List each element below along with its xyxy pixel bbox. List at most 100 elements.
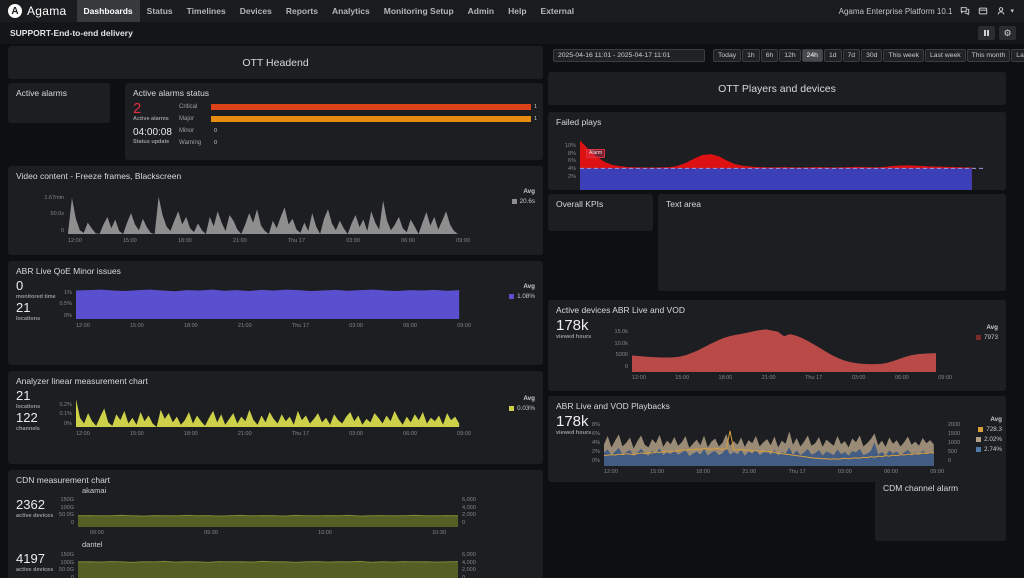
panel-playbacks[interactable]: ABR Live and VOD Playbacks 178k viewed h… [548,396,1006,482]
abr-plot[interactable] [76,285,471,319]
preset-12h[interactable]: 12h [779,49,800,62]
panel-icon[interactable] [977,6,988,17]
active-devices-plot[interactable] [632,326,952,372]
video-chart[interactable] [68,196,470,234]
time-preset-group: Today 1h 6h 12h 24h 1d 7d 30d This week … [713,49,1024,62]
panel-video-content[interactable]: Video content - Freeze frames, Blackscre… [8,166,543,255]
panel-cdm-alarm[interactable]: CDM channel alarm [875,478,1006,541]
viewed-hours-label: viewed hours [556,334,591,341]
playbacks-plot[interactable] [604,422,944,466]
nav-item-devices[interactable]: Devices [233,0,279,22]
user-icon[interactable] [995,6,1006,17]
breadcrumb[interactable]: SUPPORT-End-to-end delivery [0,28,133,38]
chat-icon[interactable] [959,6,970,17]
analyzer-legend[interactable]: Avg0.03% [479,395,535,412]
preset-last-week[interactable]: Last week [925,49,966,62]
preset-30d[interactable]: 30d [861,49,882,62]
playbacks-x-axis: 12:0015:0018:0021:00Thu 1703:0006:0009:0… [604,469,944,475]
dashboard-app: A Agama Dashboards Status Timelines Devi… [0,0,1024,578]
major-bar [211,116,531,122]
panel-title: Active alarms [16,88,67,98]
panel-active-devices[interactable]: Active devices ABR Live and VOD 178k vie… [548,300,1006,391]
pause-button[interactable] [978,26,995,40]
nav-item-dashboards[interactable]: Dashboards [77,0,140,22]
alarm-row-major[interactable]: Major 1 [179,115,537,123]
panel-overall-kpis[interactable]: Overall KPIs [548,194,653,231]
akamai-chart[interactable] [78,497,458,527]
analyzer-x-axis: 12:0015:0018:0021:00Thu 1703:0006:0009:0… [76,431,471,437]
nav-item-reports[interactable]: Reports [279,0,325,22]
nav-item-timelines[interactable]: Timelines [180,0,233,22]
nav-item-monitoring-setup[interactable]: Monitoring Setup [377,0,461,22]
panel-alarms-status[interactable]: Active alarms status 2 Active alarms 04:… [125,83,543,160]
preset-1h[interactable]: 1h [742,49,760,62]
video-legend[interactable]: Avg20.6s [479,188,535,205]
analyzer-chart[interactable] [76,397,471,427]
video-plot[interactable] [68,196,470,234]
panel-title: Overall KPIs [556,199,603,209]
panel-title: Video content - Freeze frames, Blackscre… [16,171,181,181]
analyzer-channels-label: channels [16,426,40,433]
akamai-y-axis: 150G100G50.0G0 [48,498,74,526]
settings-button[interactable]: ⚙ [999,26,1016,40]
panel-ott-headend[interactable]: OTT Headend [8,46,543,79]
user-menu-caret-icon[interactable]: ▾ [1010,7,1014,15]
preset-7d[interactable]: 7d [843,49,861,62]
failed-plays-y-axis: 10%8%6%4%2% [556,144,576,180]
nav-item-status[interactable]: Status [140,0,180,22]
panel-active-alarms[interactable]: Active alarms [8,83,110,123]
time-range-input[interactable]: 2025-04-16 11:01 - 2025-04-17 11:01 [553,49,705,62]
alarm-chip[interactable]: Alarm [586,149,605,158]
panel-failed-plays[interactable]: Failed plays 10%8%6%4%2% Alarm [548,112,1006,190]
panel-title: Text area [666,199,701,209]
alarm-row-warning[interactable]: Warning 0 [179,139,537,147]
preset-6h[interactable]: 6h [761,49,779,62]
active-devices-x-axis: 12:0015:0018:0021:00Thu 1703:0006:0009:0… [632,375,952,381]
akamai-plot[interactable] [78,497,458,527]
preset-1d[interactable]: 1d [824,49,842,62]
nav-item-help[interactable]: Help [501,0,533,22]
panel-title: CDN measurement chart [16,475,110,485]
panel-cdn[interactable]: CDN measurement chart akamai 2362 active… [8,470,543,578]
nav-menu: Dashboards Status Timelines Devices Repo… [77,0,582,22]
gear-icon: ⚙ [1003,28,1011,39]
abr-y-axis: 1%0.5%0% [42,291,72,319]
breadcrumb-bar: SUPPORT-End-to-end delivery ⚙ [0,22,1024,44]
panel-text-area[interactable]: Text area [658,194,1006,291]
viewed-hours-stat: 178k [556,317,591,334]
preset-this-week[interactable]: This week [883,49,924,62]
active-devices-chart[interactable] [632,326,952,372]
brand-name: Agama [27,4,67,18]
failed-plays-chart[interactable] [580,136,984,190]
nav-right: Agama Enterprise Platform 10.1 ▾ [839,6,1024,17]
playbacks-chart[interactable] [604,422,944,466]
pause-icon [984,30,989,36]
abr-qoe-chart[interactable] [76,285,471,319]
panel-abr-qoe[interactable]: ABR Live QoE Minor issues 0 monitored ti… [8,261,543,365]
alarm-row-critical[interactable]: Critical 1 [179,103,537,111]
video-y-axis: 1.67min50.0s0 [16,196,64,234]
abr-legend[interactable]: Avg1.08% [479,283,535,300]
nav-item-external[interactable]: External [534,0,582,22]
analyzer-channels-stat: 122 [16,411,40,426]
preset-today[interactable]: Today [713,49,741,62]
dantel-chart[interactable] [78,552,458,578]
analyzer-locations-stat: 21 [16,389,40,404]
preset-24h[interactable]: 24h [802,49,823,62]
nav-item-analytics[interactable]: Analytics [325,0,377,22]
analyzer-plot[interactable] [76,397,471,427]
panel-ott-players[interactable]: OTT Players and devices [548,72,1006,105]
analyzer-y-axis: 0.2%0.1%0% [42,403,72,427]
panel-analyzer[interactable]: Analyzer linear measurement chart 21 loc… [8,371,543,464]
preset-this-month[interactable]: This month [967,49,1011,62]
active-devices-legend[interactable]: Avg7973 [952,324,998,341]
failed-plays-plot[interactable] [580,136,984,190]
dantel-plot[interactable] [78,552,458,578]
panel-title: CDM channel alarm [883,483,958,493]
nav-item-admin[interactable]: Admin [461,0,501,22]
alarm-row-minor[interactable]: Minor 0 [179,127,537,135]
preset-last-month[interactable]: Last month [1011,49,1024,62]
playbacks-legend[interactable]: Avg728.32.02%2.74% [954,416,1002,453]
brand[interactable]: A Agama [0,4,77,18]
section-title: OTT Players and devices [548,72,1006,105]
